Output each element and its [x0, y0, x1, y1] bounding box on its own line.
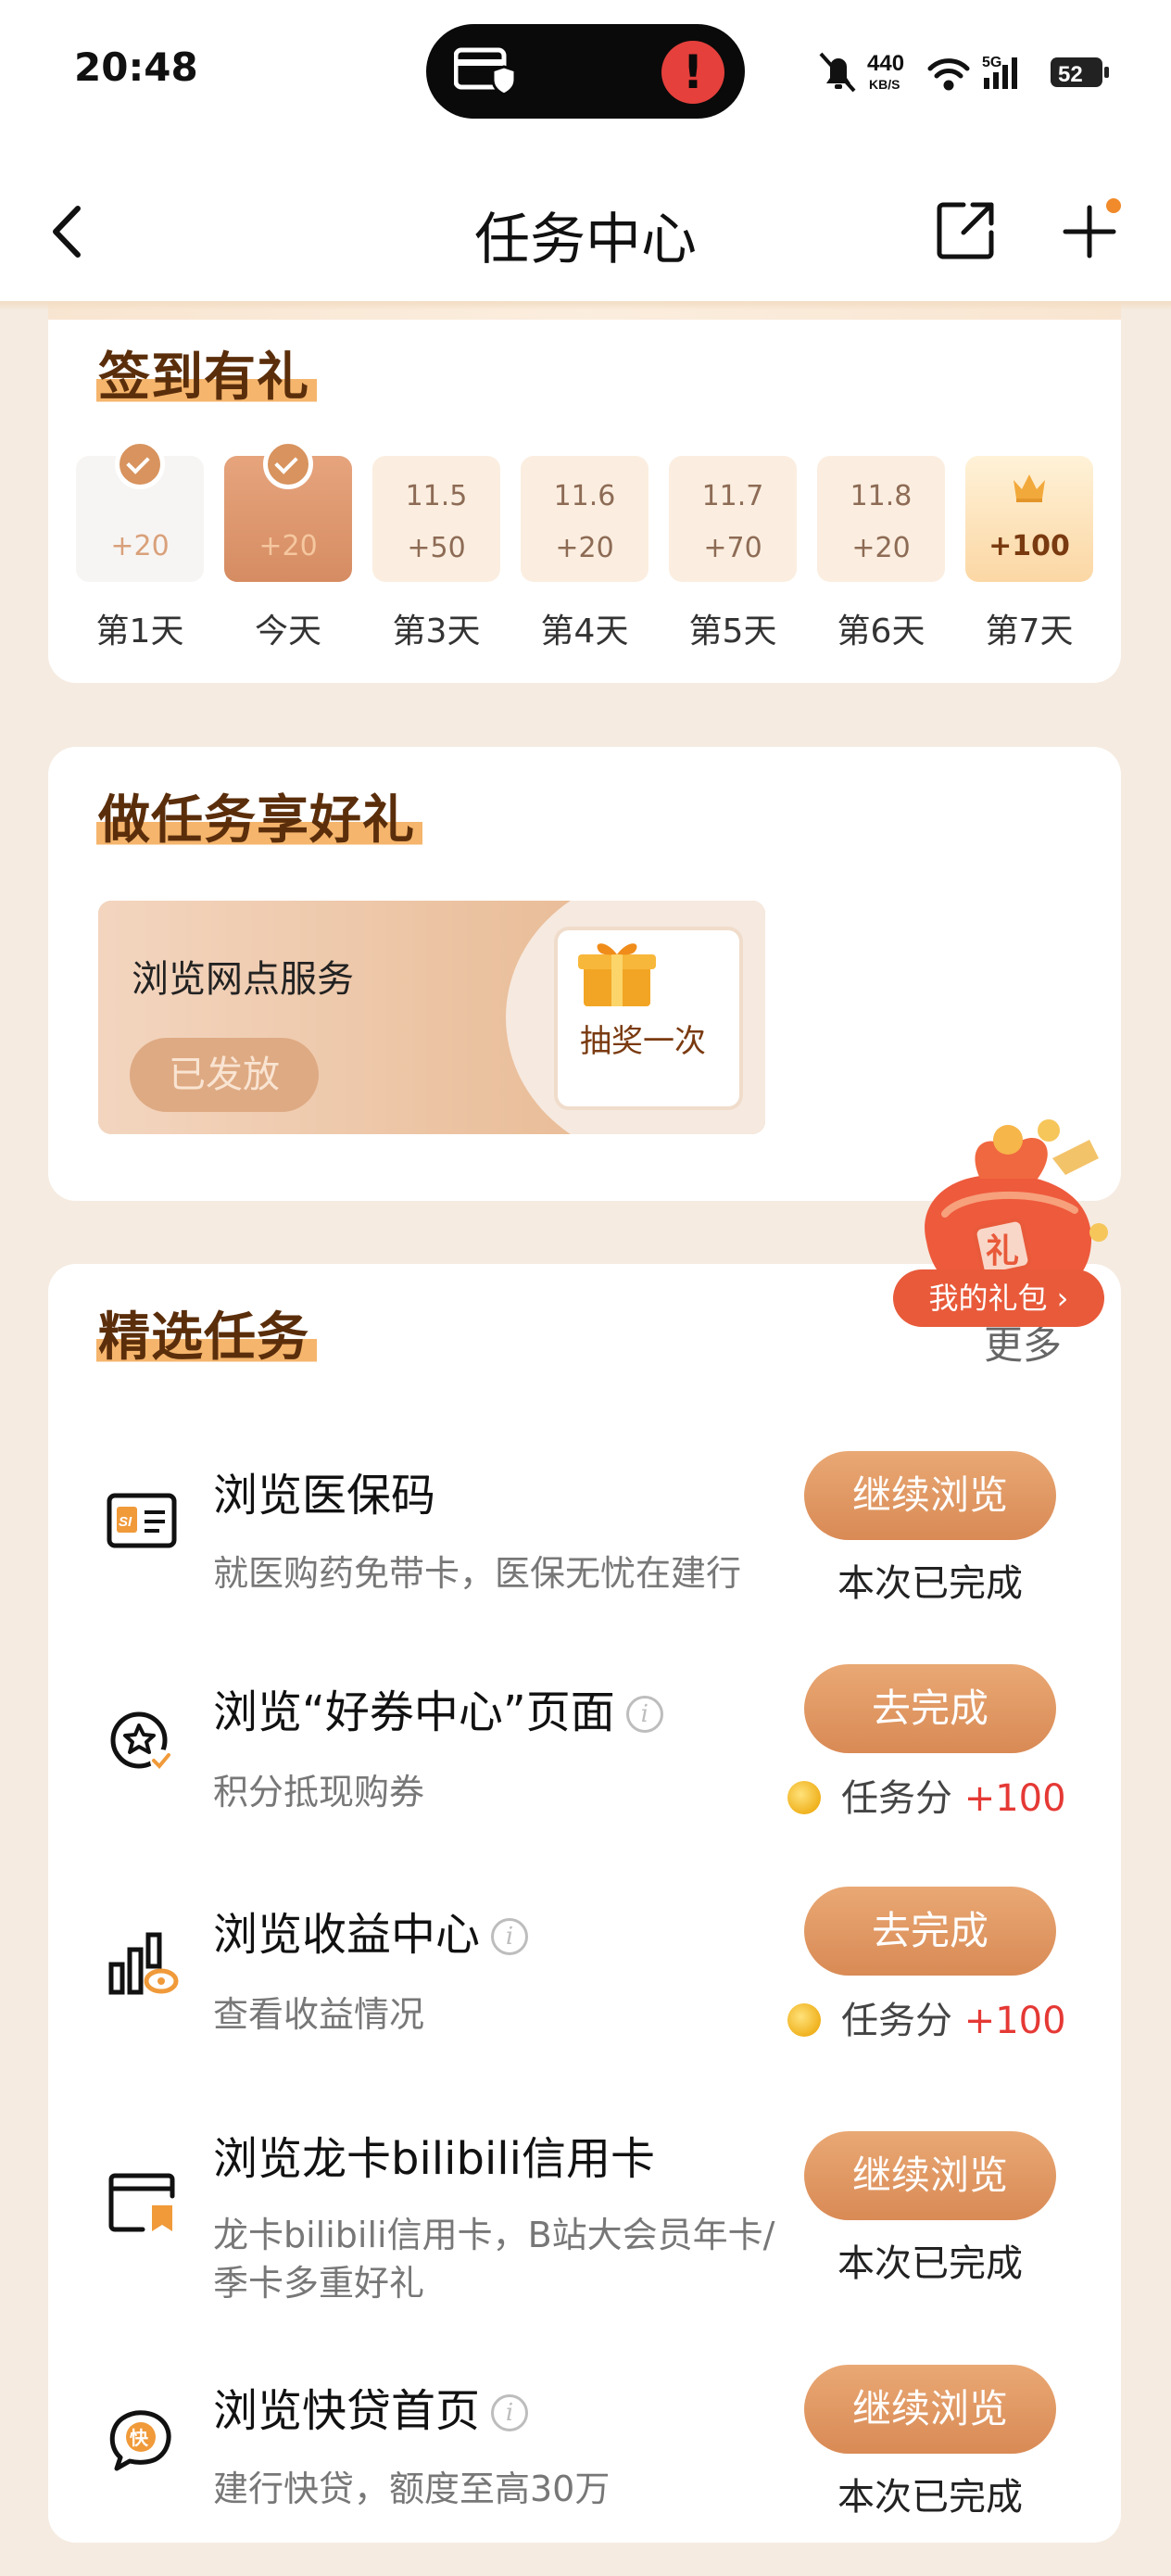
battery-icon: 52 — [1051, 57, 1109, 87]
task-title-text: 浏览收益中心 — [213, 1909, 481, 1961]
task-status: 本次已完成 — [837, 2242, 1023, 2285]
checkin-day-2[interactable]: +20 — [224, 439, 352, 582]
task-desc: 积分抵现购券 — [213, 1772, 425, 1812]
info-icon[interactable]: i — [491, 2394, 529, 2431]
day-label: 第5天 — [688, 612, 777, 650]
task-desc: 建行快贷，额度至高30万 — [213, 2469, 611, 2509]
day-date: 11.5 — [405, 480, 468, 512]
task-desc: 龙卡bilibili信用卡，B站大会员年卡/季卡多重好礼 — [213, 2215, 775, 2304]
day-points: +20 — [851, 532, 911, 564]
go-complete-button[interactable]: 去完成 — [804, 1664, 1056, 1753]
task-title-text: 浏览快贷首页 — [213, 2385, 481, 2437]
checkin-day-7[interactable]: +100 — [965, 456, 1093, 582]
day-date: 11.8 — [850, 480, 913, 512]
checkmark-icon — [115, 439, 165, 489]
continue-browsing-button[interactable]: 继续浏览 — [804, 2365, 1056, 2454]
checkin-day-3[interactable]: 11.5 +50 — [372, 456, 500, 582]
alert-icon: ! — [661, 41, 724, 104]
task-title: 浏览快贷首页 i — [213, 2374, 529, 2439]
points-label: 任务分 — [841, 2000, 952, 2042]
checkin-day-4[interactable]: 11.6 +20 — [521, 456, 648, 582]
share-icon[interactable] — [936, 199, 997, 260]
credit-card-icon — [108, 2173, 175, 2232]
info-icon[interactable]: i — [625, 1696, 663, 1733]
day-points: +50 — [407, 532, 466, 564]
day-label: 第1天 — [95, 612, 184, 650]
day-label: 第4天 — [540, 612, 629, 650]
quick-loan-icon: 快 — [109, 2410, 171, 2471]
task-title: 浏览龙卡bilibili信用卡 — [213, 2133, 655, 2185]
gift-box-icon — [578, 943, 656, 1006]
task-title: 浏览“好券中心”页面 i — [213, 1675, 663, 1740]
svg-text:52: 52 — [1058, 62, 1083, 87]
svg-text:SI: SI — [119, 1514, 132, 1530]
voucher-status-button[interactable]: 已发放 — [130, 1038, 319, 1112]
svg-text:礼: 礼 — [986, 1232, 1019, 1270]
coin-icon — [787, 2003, 821, 2037]
status-icons: 440 KB/S 5G 52 — [819, 51, 1109, 93]
points-value: +100 — [963, 1777, 1066, 1820]
crown-icon — [1014, 474, 1045, 502]
continue-browsing-button[interactable]: 继续浏览 — [804, 1451, 1056, 1540]
nav-shadow — [0, 301, 1171, 310]
day-points: +20 — [110, 530, 170, 562]
featured-tasks-title: 精选任务 — [96, 1295, 317, 1370]
day-points: +70 — [703, 532, 762, 564]
status-time: 20:48 — [74, 44, 198, 90]
task-status: 本次已完成 — [837, 2476, 1023, 2519]
info-icon[interactable]: i — [491, 1918, 529, 1955]
day-points: +20 — [258, 530, 318, 562]
task-title-text: 浏览“好券中心”页面 — [213, 1686, 615, 1738]
continue-browsing-button[interactable]: 继续浏览 — [804, 2131, 1056, 2220]
social-security-card-icon: SI — [107, 1493, 177, 1548]
checkin-day-5[interactable]: 11.7 +70 — [669, 456, 797, 582]
svg-text:快: 快 — [130, 2427, 149, 2449]
mute-icon — [819, 52, 856, 93]
points-value: +100 — [963, 2000, 1066, 2042]
coin-icon — [787, 1781, 821, 1814]
day-label: 今天 — [254, 612, 321, 650]
coupon-star-icon — [110, 1711, 172, 1772]
checkin-day-6[interactable]: 11.8 +20 — [817, 456, 945, 582]
network-type: 5G — [982, 55, 1001, 70]
day-label: 第7天 — [985, 612, 1074, 650]
task-gift-title: 做任务享好礼 — [96, 778, 422, 853]
voucher-name: 浏览网点服务 — [132, 958, 354, 1001]
checkin-title: 签到有礼 — [96, 335, 317, 410]
notification-dot — [1106, 198, 1121, 213]
checkmark-icon — [263, 439, 313, 489]
day-label: 第3天 — [392, 612, 481, 650]
net-speed-unit: KB/S — [869, 77, 900, 92]
day-date: 11.6 — [553, 480, 616, 512]
earnings-chart-icon — [108, 1932, 179, 1995]
net-speed-value: 440 — [867, 51, 904, 76]
my-gift-pack-button[interactable]: 我的礼包 › — [893, 1269, 1104, 1327]
gift-voucher[interactable]: 浏览网点服务 已发放 抽奖一次 — [98, 901, 765, 1134]
day-points: +100 — [988, 530, 1070, 562]
task-title: 浏览医保码 — [213, 1470, 436, 1522]
checkin-day-1[interactable]: +20 — [76, 439, 204, 582]
wifi-icon — [927, 58, 970, 91]
task-status: 本次已完成 — [837, 1562, 1023, 1605]
voucher-prize: 抽奖一次 — [580, 1023, 706, 1060]
day-points: +20 — [555, 532, 614, 564]
task-title: 浏览收益中心 i — [213, 1898, 529, 1963]
task-desc: 查看收益情况 — [213, 1994, 425, 2035]
go-complete-button[interactable]: 去完成 — [804, 1887, 1056, 1976]
day-label: 第6天 — [837, 612, 925, 650]
card-shield-icon — [454, 47, 515, 96]
task-points: 任务分 +100 — [787, 1990, 1066, 2044]
task-points: 任务分 +100 — [787, 1768, 1066, 1822]
task-desc: 就医购药免带卡，医保无忧在建行 — [213, 1553, 742, 1594]
day-date: 11.7 — [701, 480, 764, 512]
points-label: 任务分 — [841, 1777, 952, 1820]
